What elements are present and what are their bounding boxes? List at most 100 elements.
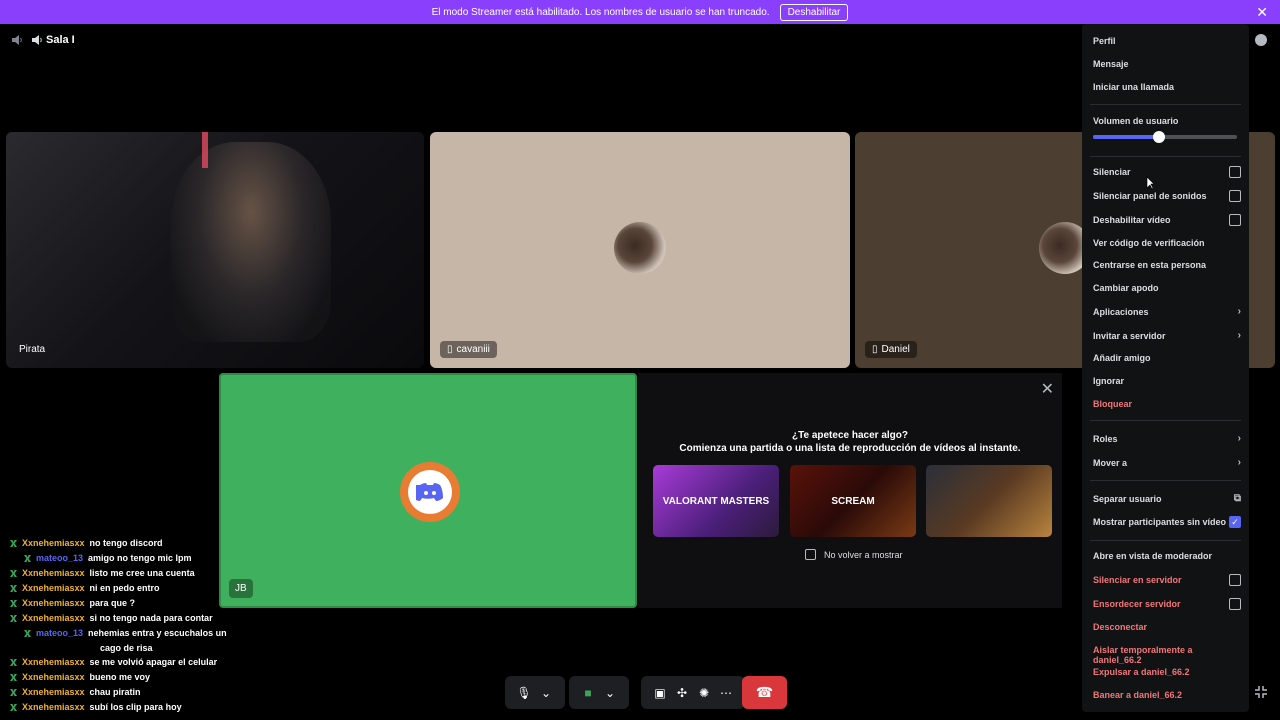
menu-disconnect[interactable]: Desconectar — [1093, 622, 1241, 632]
menu-focus-person[interactable]: Centrarse en esta persona — [1093, 260, 1241, 270]
menu-kick[interactable]: Expulsar a daniel_66.2 — [1093, 667, 1241, 677]
close-icon[interactable]: ✕ — [1256, 4, 1268, 21]
actions-group: ▣ ✣ ✺ ⋯ — [641, 676, 745, 709]
menu-timeout[interactable]: Aislar temporalmente a daniel_66.2 — [1093, 645, 1241, 665]
divider — [1090, 104, 1241, 105]
user-volume-slider[interactable] — [1093, 131, 1237, 143]
voice-channel-icon — [32, 35, 42, 45]
video-tile-pirata[interactable]: Pirata — [6, 132, 424, 368]
menu-invite-server[interactable]: Invitar a servidor › — [1093, 330, 1241, 341]
chevron-right-icon: › — [1237, 330, 1241, 341]
activities-icon[interactable]: ✣ — [671, 682, 693, 704]
activity-card-scream[interactable]: SCREAM — [790, 465, 916, 537]
soundboard-icon[interactable]: ✺ — [693, 682, 715, 704]
camera-icon[interactable]: ■ — [577, 682, 599, 704]
slider-fill — [1093, 135, 1160, 139]
banner-text: El modo Streamer está habilitado. Los no… — [431, 6, 770, 18]
menu-ban[interactable]: Banear a daniel_66.2 — [1093, 690, 1241, 700]
call-controls: 🎙 ⌄ ■ ⌄ ▣ ✣ ✺ ⋯ — [505, 676, 745, 709]
tile-username: ▯ cavaniii — [440, 341, 497, 358]
menu-server-mute[interactable]: Silenciar en servidor — [1093, 574, 1241, 586]
menu-ignore[interactable]: Ignorar — [1093, 376, 1241, 386]
divider — [1090, 540, 1241, 541]
mic-group: 🎙 ⌄ — [505, 676, 565, 709]
avatar — [614, 222, 666, 274]
menu-popout-user[interactable]: Separar usuario ⧉ — [1093, 493, 1241, 504]
kick-icon — [24, 630, 31, 637]
kick-icon — [10, 570, 17, 577]
disconnect-call-button[interactable]: ☎ — [742, 676, 787, 709]
menu-verification-code[interactable]: Ver código de verificación — [1093, 238, 1241, 248]
mouse-cursor-icon — [1146, 176, 1154, 190]
chat-message: Xxnehemiasxx chau piratin — [10, 685, 250, 700]
camera-group: ■ ⌄ — [569, 676, 629, 709]
chevron-right-icon: › — [1237, 457, 1241, 468]
kick-icon — [10, 600, 17, 607]
menu-profile[interactable]: Perfil — [1093, 36, 1241, 46]
activity-panel: ✕ ¿Te apetece hacer algo? Comienza una p… — [638, 373, 1062, 608]
checkbox[interactable] — [1229, 166, 1241, 178]
menu-message[interactable]: Mensaje — [1093, 59, 1241, 69]
chat-message: Xxnehemiasxx se me volvió apagar el celul… — [10, 655, 250, 670]
menu-show-non-video[interactable]: Mostrar participantes sin vídeo ✓ — [1093, 516, 1241, 528]
chat-message: Xxnehemiasxx si no tengo nada para contar — [10, 611, 250, 626]
menu-mute[interactable]: Silenciar — [1093, 166, 1241, 178]
checkbox[interactable] — [1229, 574, 1241, 586]
tile-username: Pirata — [19, 344, 46, 355]
exit-fullscreen-icon[interactable] — [1254, 685, 1268, 699]
streamer-mode-banner: El modo Streamer está habilitado. Los no… — [0, 0, 1280, 24]
checkbox[interactable] — [1229, 190, 1241, 202]
menu-server-deafen[interactable]: Ensordecer servidor — [1093, 598, 1241, 610]
user-video — [171, 142, 331, 342]
dont-show-again[interactable]: No volver a mostrar — [805, 549, 903, 560]
activity-subtitle: Comienza una partida o una lista de repr… — [679, 443, 1021, 454]
menu-disable-video[interactable]: Deshabilitar vídeo — [1093, 214, 1241, 226]
menu-volume-label: Volumen de usuario — [1093, 116, 1179, 126]
kick-icon — [10, 659, 17, 666]
led-light — [202, 132, 208, 168]
chevron-right-icon: › — [1237, 306, 1241, 317]
menu-move-to[interactable]: Mover a › — [1093, 457, 1241, 468]
checkbox[interactable] — [1229, 214, 1241, 226]
menu-start-call[interactable]: Iniciar una llamada — [1093, 82, 1241, 92]
chat-message: Xxnehemiasxx subí los clip para hoy — [10, 700, 250, 715]
divider — [1090, 156, 1241, 157]
checkbox[interactable] — [1229, 598, 1241, 610]
mobile-icon: ▯ — [447, 344, 453, 355]
disable-streamer-button[interactable]: Deshabilitar — [779, 3, 849, 21]
chevron-down-icon[interactable]: ⌄ — [535, 682, 557, 704]
menu-block[interactable]: Bloquear — [1093, 399, 1241, 409]
checkbox-checked[interactable]: ✓ — [1229, 516, 1241, 528]
slider-knob[interactable] — [1153, 131, 1166, 143]
activity-card-valorant[interactable]: VALORANT MASTERS — [653, 465, 779, 537]
microphone-icon[interactable]: 🎙 — [513, 682, 535, 704]
kick-icon — [24, 555, 31, 562]
kick-icon — [10, 674, 17, 681]
menu-change-nickname[interactable]: Cambiar apodo — [1093, 283, 1241, 293]
chat-bubble-icon[interactable] — [1254, 33, 1268, 47]
divider — [1090, 480, 1241, 481]
chat-message: Xxnehemiasxx ni en pedo entro — [10, 581, 250, 596]
checkbox[interactable] — [805, 549, 816, 560]
video-tile-cavaniii[interactable]: ▯ cavaniii — [430, 132, 850, 368]
video-tile-jb[interactable]: JB — [219, 373, 637, 608]
screen-share-icon[interactable]: ▣ — [649, 682, 671, 704]
chevron-down-icon[interactable]: ⌄ — [599, 682, 621, 704]
kick-icon — [10, 704, 17, 711]
activity-card-game[interactable] — [926, 465, 1052, 537]
menu-roles[interactable]: Roles › — [1093, 433, 1241, 444]
menu-apps[interactable]: Aplicaciones › — [1093, 306, 1241, 317]
kick-icon — [10, 585, 17, 592]
user-context-menu: Perfil Mensaje Iniciar una llamada Volum… — [1082, 24, 1249, 712]
menu-mute-soundboard[interactable]: Silenciar panel de sonidos — [1093, 190, 1241, 202]
phone-hangup-icon: ☎ — [755, 684, 774, 700]
menu-add-friend[interactable]: Añadir amigo — [1093, 353, 1241, 363]
chat-message-continued: cago de risa — [100, 643, 153, 653]
speaker-icon[interactable] — [10, 33, 24, 47]
menu-moderator-view[interactable]: Abre en vista de moderador — [1093, 551, 1241, 561]
stream-chat: Xxnehemiasxx no tengo discord mateoo_13 am… — [10, 528, 250, 715]
kick-icon — [10, 689, 17, 696]
close-icon[interactable]: ✕ — [1041, 379, 1054, 399]
divider — [1090, 420, 1241, 421]
more-icon[interactable]: ⋯ — [715, 682, 737, 704]
